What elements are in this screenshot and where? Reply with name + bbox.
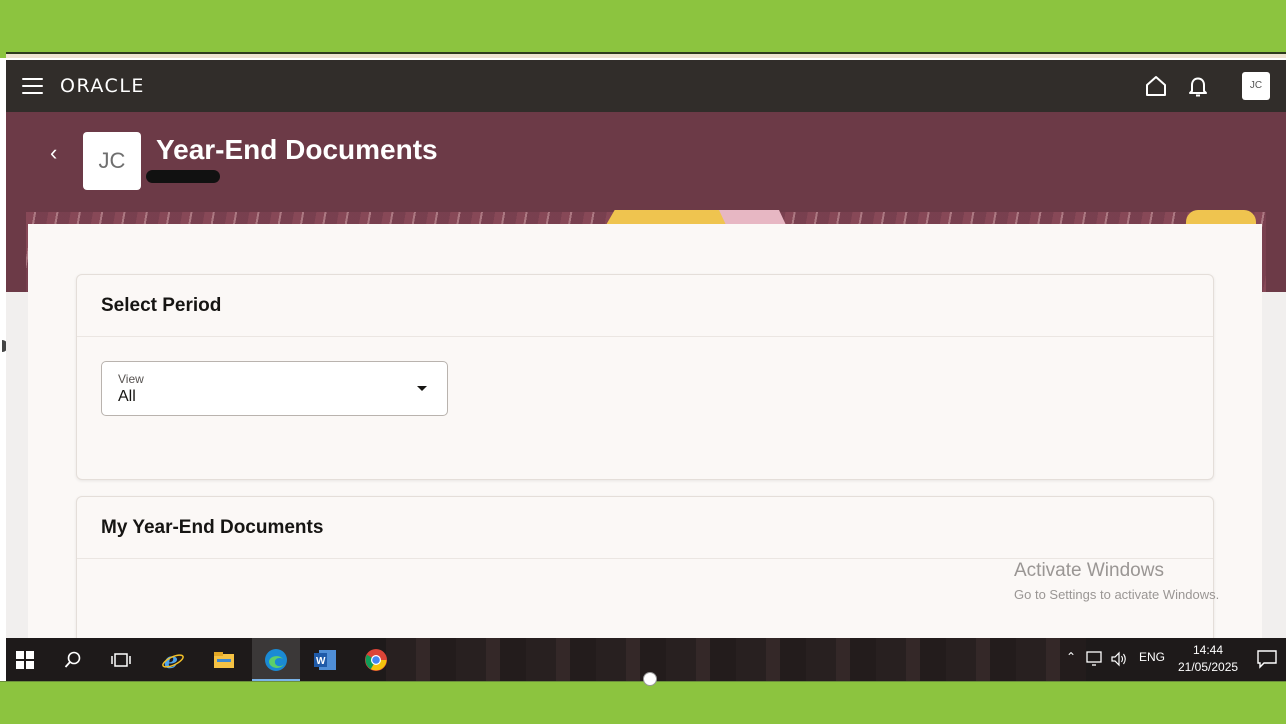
search-icon[interactable] <box>58 645 88 675</box>
redaction-mark <box>146 170 220 183</box>
select-period-card: Select Period View All <box>76 274 1214 480</box>
caret-down-icon <box>417 386 427 391</box>
view-select-value: All <box>118 388 136 405</box>
internet-explorer-icon[interactable]: e <box>158 645 188 675</box>
microsoft-word-icon[interactable]: W <box>310 645 340 675</box>
network-icon[interactable] <box>1086 651 1104 667</box>
language-indicator[interactable]: ENG <box>1139 650 1165 664</box>
employee-avatar: JC <box>83 132 141 190</box>
screenshot-frame: ORACLE JC ‹ JC Year-End Documents John C… <box>0 0 1286 724</box>
action-center-icon[interactable] <box>1256 648 1278 670</box>
volume-icon[interactable] <box>1110 651 1128 667</box>
watermark-line1: Activate Windows <box>1014 560 1164 581</box>
hamburger-menu-icon[interactable] <box>22 78 43 94</box>
card-header: My Year-End Documents <box>77 497 1213 559</box>
oracle-top-bar: ORACLE JC <box>6 60 1286 112</box>
taskbar-clock[interactable]: 14:44 21/05/2025 <box>1178 642 1238 676</box>
view-select-label: View <box>118 372 144 386</box>
edge-browser-icon[interactable] <box>261 645 291 675</box>
select-period-title: Select Period <box>101 294 222 316</box>
activate-windows-watermark: Activate Windows Go to Settings to activ… <box>1014 560 1219 602</box>
tray-overflow-chevron-icon[interactable]: ⌃ <box>1066 650 1076 664</box>
view-select[interactable]: View All <box>101 361 448 416</box>
card-header: Select Period <box>77 275 1213 337</box>
task-view-icon[interactable] <box>106 645 136 675</box>
file-explorer-icon[interactable] <box>209 645 239 675</box>
bottom-green-border <box>0 681 1286 724</box>
documents-title: My Year-End Documents <box>101 516 324 538</box>
cursor-marker <box>643 672 657 686</box>
back-chevron-icon[interactable]: ‹ <box>50 140 57 166</box>
svg-text:W: W <box>316 656 326 667</box>
watermark-line2: Go to Settings to activate Windows. <box>1014 587 1220 602</box>
home-icon[interactable] <box>1144 74 1168 98</box>
page-title: Year-End Documents <box>156 134 438 165</box>
windows-start-icon[interactable] <box>10 645 40 675</box>
chrome-browser-icon[interactable] <box>361 645 391 675</box>
user-avatar[interactable]: JC <box>1242 72 1270 100</box>
oracle-logo: ORACLE <box>60 75 145 97</box>
top-green-border <box>0 0 1286 58</box>
clock-date: 21/05/2025 <box>1178 660 1239 674</box>
clock-time: 14:44 <box>1192 643 1224 657</box>
notifications-bell-icon[interactable] <box>1186 74 1210 98</box>
